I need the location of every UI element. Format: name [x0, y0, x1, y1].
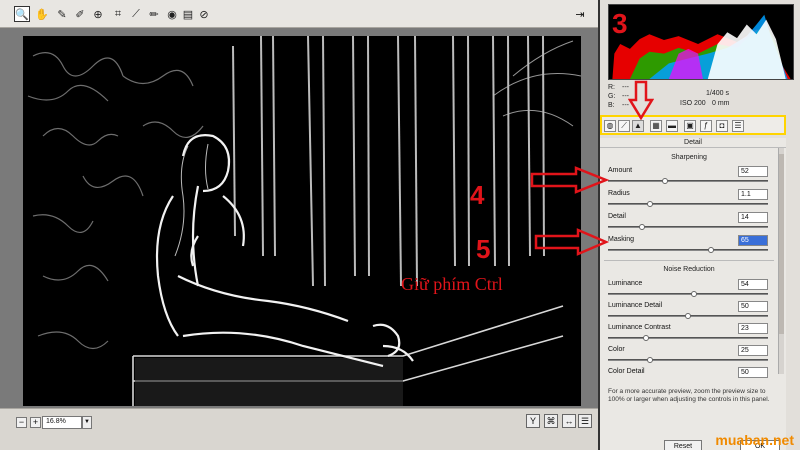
red-eye-tool-icon[interactable]: ◉ [164, 6, 180, 22]
crop-tool-icon[interactable]: ⌗ [110, 6, 126, 22]
preview-toggle-icon[interactable]: ⌘ [544, 414, 558, 428]
detail-icon[interactable]: ▲ [632, 120, 644, 132]
radius-label: Radius [608, 190, 630, 197]
masking-slider[interactable] [608, 247, 768, 253]
zoom-tool-icon[interactable]: 🔍 [14, 6, 30, 22]
bottom-bar: − + 16.8% ▼ Y ⌘ ↔ ☰ [0, 408, 598, 450]
camera-calibration-icon[interactable]: ◘ [716, 120, 728, 132]
detail-knob[interactable] [638, 224, 645, 230]
annotation-number-3: 3 [612, 8, 628, 39]
luminance-contrast-value[interactable]: 23 [738, 323, 768, 334]
luminance-label: Luminance [608, 280, 643, 287]
luminance-detail-label: Luminance Detail [608, 302, 663, 309]
luminance-contrast-label: Luminance Contrast [608, 324, 671, 331]
detail-label: Detail [608, 213, 626, 220]
detail-value[interactable]: 14 [738, 212, 768, 223]
section-divider [604, 260, 774, 261]
zoom-out-button[interactable]: − [16, 417, 27, 428]
iso-readout: ISO 200 [680, 100, 706, 107]
luminance-detail-slider[interactable] [608, 313, 768, 319]
straighten-tool-icon[interactable]: ⟋ [128, 6, 144, 22]
open-in-new-window-icon[interactable]: ⇥ [572, 6, 588, 22]
spot-removal-tool-icon[interactable]: ✏ [146, 6, 162, 22]
help-text: For a more accurate preview, zoom the pr… [608, 388, 770, 403]
color-knob[interactable] [646, 357, 653, 363]
image-preview: Giữ phím Ctrl [23, 36, 581, 406]
annotation-arrow-down [628, 80, 654, 120]
amount-slider[interactable] [608, 178, 768, 184]
focal-length-readout: 0 mm [712, 100, 730, 107]
readout-g-label: G: [608, 93, 616, 100]
preferences-tool-icon[interactable]: ▤ [180, 6, 196, 22]
effects-icon[interactable]: ƒ [700, 120, 712, 132]
amount-value[interactable]: 52 [738, 166, 768, 177]
histogram [608, 4, 794, 80]
exposure-readout: 1/400 s [706, 90, 729, 97]
reset-button[interactable]: Reset [664, 440, 702, 450]
luminance-contrast-slider[interactable] [608, 335, 768, 341]
tone-curve-icon[interactable]: ⟋ [618, 120, 630, 132]
luminance-detail-knob[interactable] [685, 313, 691, 319]
annotation-number-5: 5 [476, 234, 491, 264]
noise-reduction-title: Noise Reduction [663, 266, 715, 273]
amount-knob[interactable] [661, 178, 668, 184]
color-slider[interactable] [608, 357, 768, 363]
color-sampler-tool-icon[interactable]: ✐ [72, 6, 88, 22]
watermark: muaban.net [715, 432, 794, 448]
annotation-arrow-right-amount [530, 166, 610, 194]
split-toning-icon[interactable]: ▬ [666, 120, 678, 132]
sharpening-title: Sharpening [671, 154, 707, 161]
scrollbar-thumb[interactable] [779, 154, 784, 334]
zoom-in-button[interactable]: + [30, 417, 41, 428]
detail-slider[interactable] [608, 224, 768, 230]
detail-panel: Detail Sharpening Amount 52 Radius 1.1 D… [600, 138, 786, 450]
zoom-dropdown-icon[interactable]: ▼ [82, 416, 92, 429]
color-value[interactable]: 25 [738, 345, 768, 356]
masking-value[interactable]: 65 [738, 235, 768, 246]
luminance-slider[interactable] [608, 291, 768, 297]
radius-slider[interactable] [608, 201, 768, 207]
radius-value[interactable]: 1.1 [738, 189, 768, 200]
readout-r-label: R: [608, 84, 615, 91]
rotate-tool-icon[interactable]: ⊘ [196, 6, 212, 22]
white-balance-tool-icon[interactable]: ✎ [54, 6, 70, 22]
color-label: Color [608, 346, 625, 353]
luminance-value[interactable]: 54 [738, 279, 768, 290]
luminance-knob[interactable] [691, 291, 698, 297]
readout-b-label: B: [608, 102, 615, 109]
top-toolbar: 🔍 ✋ ✎ ✐ ⊕ ⌗ ⟋ ✏ ◉ ▤ ⊘ ⇥ [0, 0, 598, 28]
presets-icon[interactable]: ☰ [732, 120, 744, 132]
lens-corrections-icon[interactable]: ▣ [684, 120, 696, 132]
panel-scrollbar[interactable] [778, 148, 784, 374]
basic-icon[interactable]: ◍ [604, 120, 616, 132]
target-adjustment-tool-icon[interactable]: ⊕ [90, 6, 106, 22]
zoom-level-field[interactable]: 16.8% [42, 416, 82, 429]
hand-tool-icon[interactable]: ✋ [34, 6, 50, 22]
hsl-icon[interactable]: ▦ [650, 120, 662, 132]
right-panel: R: --- G: --- B: --- 1/400 s ISO 200 0 m… [598, 0, 800, 450]
toggle-y-icon[interactable]: Y [526, 414, 540, 428]
luminance-contrast-knob[interactable] [643, 335, 650, 341]
amount-label: Amount [608, 167, 633, 174]
masking-label: Masking [608, 236, 635, 243]
annotation-caption: Giữ phím Ctrl [401, 274, 503, 294]
annotation-arrow-right-masking [534, 228, 610, 256]
annotation-number-4: 4 [470, 180, 485, 210]
edge-mask-preview [23, 36, 581, 406]
luminance-detail-value[interactable]: 50 [738, 301, 768, 312]
color-detail-value[interactable]: 50 [738, 367, 768, 378]
compare-icon[interactable]: ↔ [562, 414, 576, 428]
preview-frame: Giữ phím Ctrl [0, 28, 598, 408]
masking-knob[interactable] [708, 247, 715, 253]
color-detail-label: Color Detail [608, 368, 645, 375]
panel-title: Detail [600, 138, 786, 148]
settings-list-icon[interactable]: ☰ [578, 414, 592, 428]
radius-knob[interactable] [646, 201, 653, 207]
